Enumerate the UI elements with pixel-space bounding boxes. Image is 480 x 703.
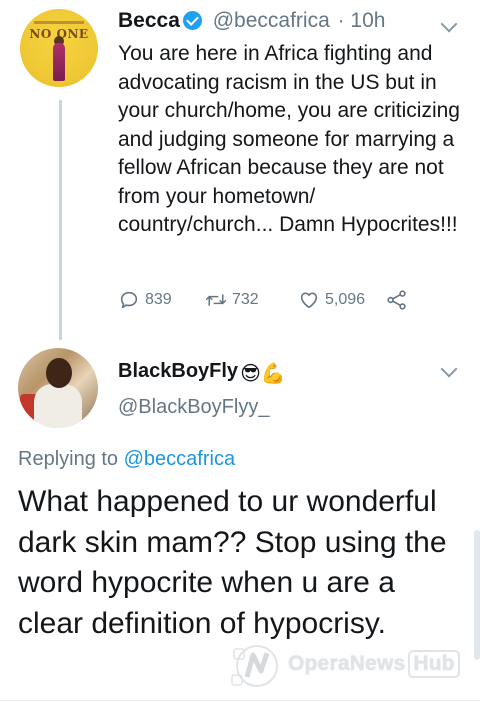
- tweet-time: · 10h: [337, 9, 386, 32]
- divider: [0, 700, 480, 701]
- name-emojis: 😎💪: [240, 363, 286, 385]
- operanews-watermark-text: OperaNews Hub: [288, 650, 460, 678]
- user-handle[interactable]: @BlackBoyFlyy_: [118, 396, 269, 419]
- avatar-torso: [34, 384, 82, 428]
- replying-to-link[interactable]: @beccafrica: [124, 448, 235, 470]
- retweet-count: 732: [232, 291, 259, 308]
- avatar-figure-body: [53, 43, 65, 81]
- like-button[interactable]: 5,096: [298, 288, 365, 312]
- thread-line: [59, 100, 62, 340]
- like-icon: [300, 292, 318, 309]
- tweet-header: Becca @beccafrica · 10h: [118, 9, 385, 33]
- user-handle[interactable]: @beccafrica: [213, 9, 330, 32]
- watermark-hub: Hub: [408, 650, 460, 678]
- retweet-icon: [205, 294, 227, 306]
- tweet-blackboyfly[interactable]: BlackBoyFly 😎💪 @BlackBoyFlyy_ Replying to…: [0, 340, 480, 703]
- scrollbar[interactable]: [474, 530, 480, 660]
- replying-prefix: Replying to: [18, 448, 119, 470]
- avatar-head: [46, 358, 72, 388]
- operanews-logo-icon: [231, 645, 278, 687]
- tweet-text: What happened to ur wonderful dark skin …: [18, 485, 447, 640]
- tweet-becca[interactable]: NO ONE Becca @beccafrica · 10h You are h…: [0, 0, 480, 340]
- watermark-brand: OperaNews: [288, 652, 406, 675]
- avatar-logo-caption: [34, 21, 84, 24]
- operanews-watermark: OperaNews Hub: [228, 637, 474, 697]
- chevron-down-icon[interactable]: [440, 360, 458, 378]
- share-icon: [387, 290, 406, 310]
- chevron-down-icon[interactable]: [440, 15, 458, 33]
- reply-count: 839: [145, 291, 172, 308]
- reply-icon: [120, 291, 138, 309]
- display-name-text: BlackBoyFly: [118, 360, 239, 382]
- avatar-blackboyfly[interactable]: [18, 348, 98, 428]
- retweet-button[interactable]: 732: [205, 288, 259, 312]
- display-name[interactable]: Becca: [118, 9, 180, 32]
- like-count: 5,096: [325, 291, 366, 308]
- tweet-text: You are here in Africa fighting and advo…: [118, 42, 460, 236]
- replying-to: Replying to @beccafrica: [18, 448, 235, 471]
- avatar-becca[interactable]: NO ONE: [20, 9, 98, 87]
- reply-button[interactable]: 839: [118, 288, 172, 312]
- verified-badge-icon: [182, 11, 202, 30]
- share-button[interactable]: [386, 288, 413, 312]
- display-name[interactable]: BlackBoyFly 😎💪: [118, 360, 286, 386]
